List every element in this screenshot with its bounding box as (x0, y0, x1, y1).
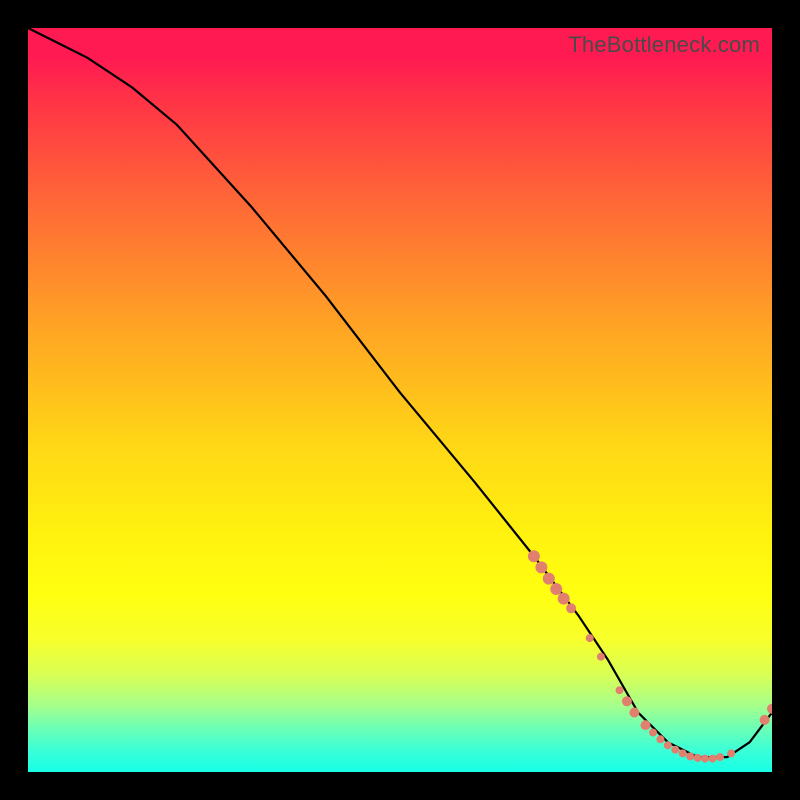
data-marker (679, 749, 687, 757)
data-marker (597, 653, 605, 661)
data-marker (716, 753, 724, 761)
data-marker (709, 755, 717, 763)
data-marker (664, 741, 672, 749)
data-marker (528, 550, 540, 562)
data-marker (535, 561, 547, 573)
bottleneck-curve (28, 28, 772, 757)
data-marker (543, 573, 555, 585)
data-marker (641, 720, 651, 730)
data-marker (656, 735, 664, 743)
data-marker (586, 634, 594, 642)
data-marker (671, 746, 679, 754)
data-marker (616, 686, 624, 694)
watermark-text: TheBottleneck.com (568, 32, 760, 58)
data-marker (727, 749, 735, 757)
plot-area: TheBottleneck.com (28, 28, 772, 772)
chart-svg (28, 28, 772, 772)
data-marker (760, 715, 770, 725)
data-marker (694, 754, 702, 762)
data-marker (550, 583, 562, 595)
markers-group (528, 550, 772, 762)
data-marker (767, 704, 772, 714)
data-marker (558, 593, 570, 605)
data-marker (686, 752, 694, 760)
data-marker (566, 603, 576, 613)
data-marker (622, 696, 632, 706)
data-marker (629, 708, 639, 718)
chart-frame: TheBottleneck.com (0, 0, 800, 800)
data-marker (649, 729, 657, 737)
data-marker (701, 755, 709, 763)
